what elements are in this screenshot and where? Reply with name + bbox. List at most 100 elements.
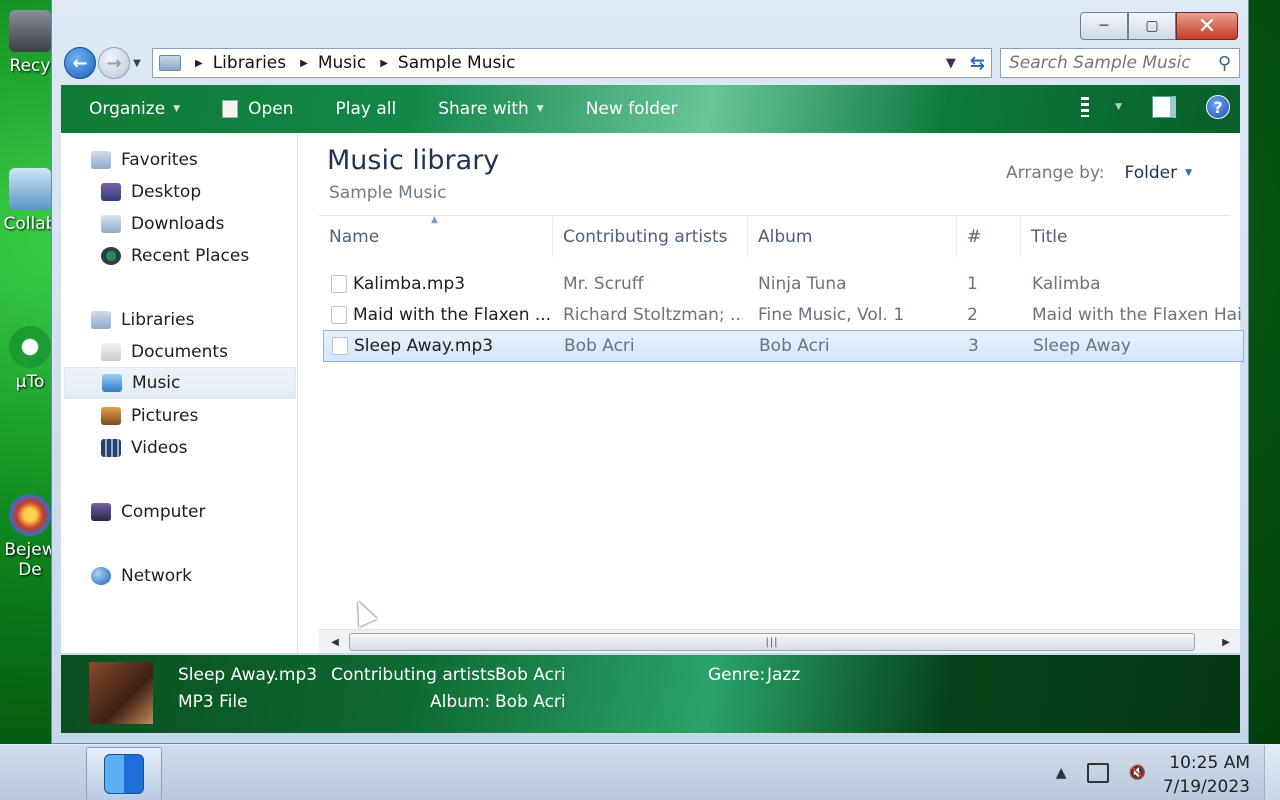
track-number: 3 [968,336,979,356]
nav-libraries[interactable]: Libraries [91,305,194,335]
share-with-button[interactable]: Share with ▼ [410,99,557,119]
horizontal-scrollbar[interactable]: ◀ ||| ▶ [319,629,1240,653]
recent-pages-dropdown[interactable]: ▼ [130,58,144,69]
scroll-right-icon[interactable]: ▶ [1214,630,1238,654]
help-icon[interactable]: ? [1206,95,1230,119]
audio-file-icon [331,306,347,324]
details-album-label: Album: [430,692,491,712]
details-artists-value[interactable]: Bob Acri [495,665,566,685]
table-row[interactable]: Kalimba.mp3 Mr. Scruff Ninja Tuna 1 Kali… [323,269,1244,299]
search-input[interactable] [1009,53,1199,73]
file-list-pane: Music library Sample Music Arrange by: F… [319,133,1244,653]
audio-file-icon [332,337,348,355]
breadcrumb-chevron-icon[interactable]: ▶ [300,58,308,69]
pictures-icon [101,407,121,425]
close-icon: ✕ [1197,13,1217,39]
utorrent-icon [9,326,51,368]
nav-item-label: Videos [131,438,188,458]
nav-favorites-label: Favorites [121,150,198,170]
close-button[interactable]: ✕ [1176,12,1238,40]
album: Fine Music, Vol. 1 [758,305,905,325]
maximize-button[interactable]: ▢ [1128,12,1176,40]
details-album-value[interactable]: Bob Acri [495,692,566,712]
column-header-album[interactable]: Album [748,217,957,257]
caption-buttons: ─ ▢ ✕ [1080,12,1238,40]
new-folder-button[interactable]: New folder [558,99,692,119]
breadcrumb-chevron-icon[interactable]: ▶ [380,58,388,69]
nav-computer-label: Computer [121,502,206,522]
network-globe-icon [91,567,111,585]
nav-favorites[interactable]: Favorites [91,145,198,175]
audio-file-icon [331,275,347,293]
chevron-down-icon[interactable]: ▼ [1185,168,1192,178]
chevron-down-icon: ▼ [1115,102,1122,112]
open-button[interactable]: Open [194,99,307,119]
volume-muted-icon[interactable]: 🔇 [1129,765,1146,781]
share-with-label: Share with [438,99,529,119]
album-art-thumbnail [89,662,153,724]
nav-item-documents[interactable]: Documents [101,337,228,367]
table-row-selected[interactable]: Sleep Away.mp3 Bob Acri Bob Acri 3 Sleep… [323,330,1244,362]
address-bar[interactable]: ▶ Libraries ▶ Music ▶ Sample Music ▼ ⇆ [152,48,992,78]
column-header-title[interactable]: Title [1021,217,1240,257]
back-arrow-icon: ← [72,52,88,74]
arrange-by-label: Arrange by: [1006,163,1105,183]
content-area: Favorites Desktop Downloads Recent Place… [61,133,1244,653]
column-header-name[interactable]: Name [319,217,553,257]
scroll-left-icon[interactable]: ◀ [323,630,347,654]
nav-item-downloads[interactable]: Downloads [101,209,224,239]
network-status-icon[interactable] [1086,763,1109,783]
collab-app-icon [9,168,51,210]
nav-item-recent-places[interactable]: Recent Places [101,241,249,271]
navigation-bar: ← → ▼ ▶ Libraries ▶ Music ▶ Sample Music… [64,46,1240,80]
refresh-icon[interactable]: ⇆ [970,53,985,74]
show-desktop-button[interactable] [1264,745,1280,800]
videos-film-icon [101,439,121,457]
breadcrumb-chevron-icon[interactable]: ▶ [195,58,203,69]
minimize-button[interactable]: ─ [1080,12,1128,40]
explorer-window: ─ ▢ ✕ ← → ▼ ▶ Libraries ▶ Music ▶ Sample… [51,0,1249,744]
column-header-number[interactable]: # [957,217,1021,257]
organize-button[interactable]: Organize ▼ [61,99,194,119]
column-header-contributing-artists[interactable]: Contributing artists [553,217,748,257]
column-headers: ▲ Name Contributing artists Album # Titl… [319,215,1240,257]
table-row[interactable]: Maid with the Flaxen ... Richard Stoltzm… [323,300,1244,330]
system-clock[interactable]: 10:25 AM 7/19/2023 [1163,751,1250,799]
nav-computer[interactable]: Computer [91,497,206,527]
preview-pane-icon[interactable] [1152,96,1176,118]
nav-item-music[interactable]: Music [64,367,296,399]
search-box[interactable]: ⚲ [1000,48,1240,78]
address-bar-controls: ▼ ⇆ [946,53,985,74]
desktop-icon [101,183,121,201]
breadcrumb-sample-music[interactable]: Sample Music [398,53,516,73]
arrange-by-dropdown[interactable]: Folder [1125,163,1178,183]
library-subtitle: Sample Music [329,183,447,203]
finder-taskbar-button[interactable] [86,747,162,800]
play-all-button[interactable]: Play all [308,99,411,119]
breadcrumb-music[interactable]: Music [318,53,366,73]
scrollbar-thumb[interactable]: ||| [349,633,1195,651]
address-history-dropdown-icon[interactable]: ▼ [946,56,956,71]
nav-network[interactable]: Network [91,561,192,591]
change-view-button[interactable]: ▼ [1081,97,1122,117]
details-genre-value[interactable]: Jazz [767,665,800,685]
minimize-icon: ─ [1099,18,1109,34]
organize-label: Organize [89,99,166,119]
nav-item-label: Recent Places [131,246,250,266]
show-hidden-icons-icon[interactable]: ▲ [1056,765,1067,781]
nav-item-label: Downloads [131,214,225,234]
header-divider [319,215,1231,216]
nav-item-videos[interactable]: Videos [101,433,188,463]
back-button[interactable]: ← [64,47,96,79]
nav-item-pictures[interactable]: Pictures [101,401,198,431]
view-list-icon [1081,97,1090,117]
downloads-folder-icon [101,215,121,233]
finder-icon [104,754,144,794]
breadcrumb-libraries[interactable]: Libraries [213,53,286,73]
details-artists-label: Contributing artists: [331,665,502,685]
chevron-down-icon: ▼ [173,104,181,114]
open-file-icon [222,100,239,118]
forward-button[interactable]: → [98,47,130,79]
search-icon[interactable]: ⚲ [1218,53,1231,74]
nav-item-desktop[interactable]: Desktop [101,177,201,207]
